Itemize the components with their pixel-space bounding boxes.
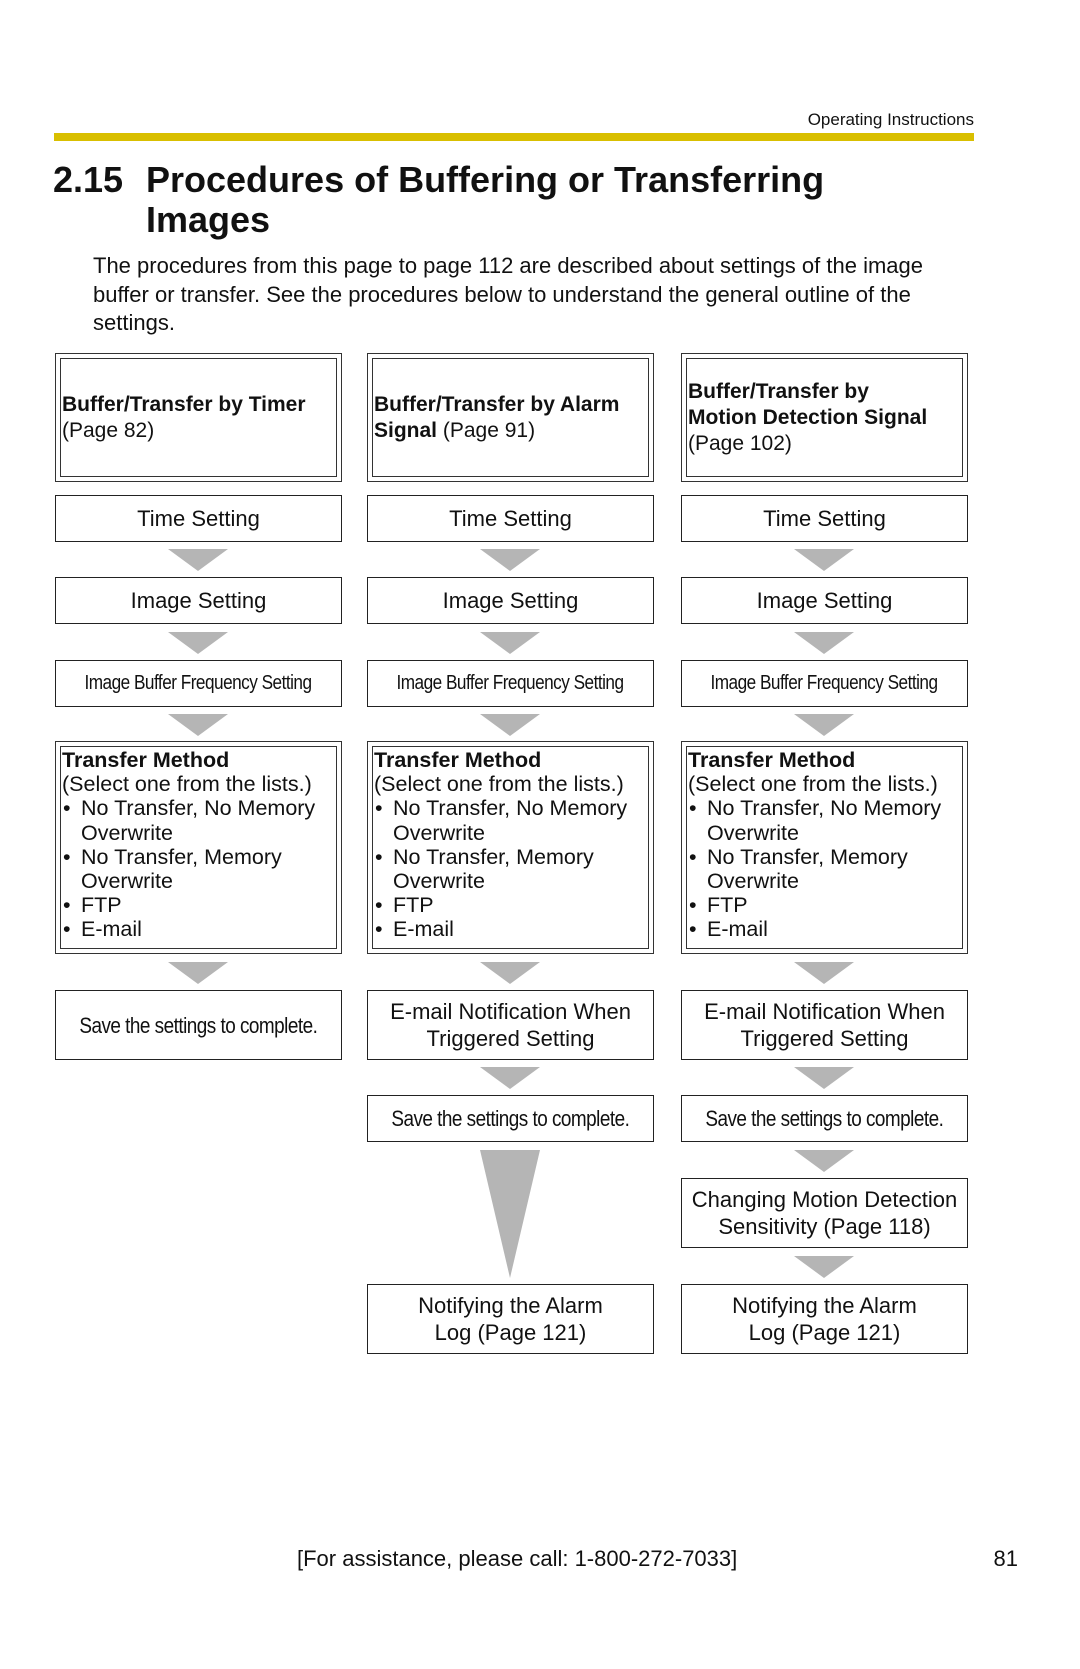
- step-transfer-method: Transfer Method (Select one from the lis…: [367, 741, 654, 954]
- transfer-option: No Transfer, Memory Overwrite: [62, 845, 337, 893]
- step-image-setting: Image Setting: [55, 577, 342, 624]
- step-time-setting: Time Setting: [55, 495, 342, 542]
- step-time-setting: Time Setting: [681, 495, 968, 542]
- arrow-down-icon: [168, 549, 228, 571]
- arrow-down-icon: [168, 962, 228, 984]
- flow-header-page: (Page 102): [688, 431, 792, 455]
- step-save-settings: Save the settings to complete.: [681, 1095, 968, 1142]
- step-transfer-method: Transfer Method (Select one from the lis…: [681, 741, 968, 954]
- step-email-notification: E-mail Notification When Triggered Setti…: [681, 990, 968, 1060]
- transfer-method-title: Transfer Method: [62, 748, 230, 772]
- section-title-line2: Images: [146, 199, 271, 240]
- flow-header-title-cont: Motion Detection Signal: [688, 405, 928, 429]
- transfer-options-list: No Transfer, No Memory Overwrite No Tran…: [62, 796, 337, 941]
- transfer-option: No Transfer, No Memory Overwrite: [374, 796, 649, 844]
- flow-header-box: Buffer/Transfer by Timer (Page 82): [55, 353, 342, 482]
- step-time-setting: Time Setting: [367, 495, 654, 542]
- transfer-options-list: No Transfer, No Memory Overwrite No Tran…: [688, 796, 963, 941]
- step-buffer-frequency: Image Buffer Frequency Setting: [681, 660, 968, 707]
- transfer-option: FTP: [62, 893, 337, 917]
- section-title-line1: Procedures of Buffering or Transferring: [146, 159, 825, 200]
- step-image-setting: Image Setting: [681, 577, 968, 624]
- arrow-down-icon: [480, 549, 540, 571]
- header-rule: [54, 133, 974, 141]
- step-save-settings: Save the settings to complete.: [367, 1095, 654, 1142]
- long-arrow-down-icon: [480, 1150, 540, 1278]
- arrow-down-icon: [794, 1150, 854, 1172]
- step-save-settings: Save the settings to complete.: [55, 990, 342, 1060]
- section-number: 2.15: [53, 159, 124, 200]
- transfer-method-title: Transfer Method: [374, 748, 542, 772]
- transfer-option: E-mail: [688, 917, 963, 941]
- flow-header-box: Buffer/Transfer by Alarm Signal (Page 91…: [367, 353, 654, 482]
- transfer-options-list: No Transfer, No Memory Overwrite No Tran…: [374, 796, 649, 941]
- transfer-option: No Transfer, No Memory Overwrite: [688, 796, 963, 844]
- step-motion-sensitivity: Changing Motion Detection Sensitivity (P…: [681, 1178, 968, 1248]
- arrow-down-icon: [168, 714, 228, 736]
- step-email-notification: E-mail Notification When Triggered Setti…: [367, 990, 654, 1060]
- flow-header-title: Buffer/Transfer by: [688, 379, 869, 403]
- arrow-down-icon: [794, 549, 854, 571]
- transfer-option: FTP: [688, 893, 963, 917]
- step-transfer-method: Transfer Method (Select one from the lis…: [55, 741, 342, 954]
- flow-header-title: Buffer/Transfer by Timer: [62, 392, 306, 416]
- arrow-down-icon: [794, 1256, 854, 1278]
- transfer-option: No Transfer, Memory Overwrite: [374, 845, 649, 893]
- transfer-option: FTP: [374, 893, 649, 917]
- step-image-setting: Image Setting: [367, 577, 654, 624]
- arrow-down-icon: [480, 632, 540, 654]
- transfer-method-subtitle: (Select one from the lists.): [374, 772, 624, 797]
- arrow-down-icon: [794, 632, 854, 654]
- running-head: Operating Instructions: [807, 110, 974, 129]
- flow-header-page: (Page 82): [62, 418, 155, 442]
- transfer-method-subtitle: (Select one from the lists.): [688, 772, 938, 797]
- arrow-down-icon: [794, 962, 854, 984]
- step-notify-alarm-log: Notifying the Alarm Log (Page 121): [681, 1284, 968, 1354]
- transfer-option: No Transfer, No Memory Overwrite: [62, 796, 337, 844]
- page-number: 81: [993, 1546, 1018, 1571]
- arrow-down-icon: [480, 962, 540, 984]
- step-buffer-frequency: Image Buffer Frequency Setting: [367, 660, 654, 707]
- arrow-down-icon: [168, 632, 228, 654]
- arrow-down-icon: [794, 714, 854, 736]
- arrow-down-icon: [794, 1067, 854, 1089]
- transfer-option: E-mail: [62, 917, 337, 941]
- transfer-option: No Transfer, Memory Overwrite: [688, 845, 963, 893]
- flow-header-title-cont: Signal: [374, 418, 438, 442]
- intro-paragraph: The procedures from this page to page 11…: [93, 253, 923, 335]
- arrow-down-icon: [480, 714, 540, 736]
- step-buffer-frequency: Image Buffer Frequency Setting: [55, 660, 342, 707]
- arrow-down-icon: [480, 1067, 540, 1089]
- transfer-option: E-mail: [374, 917, 649, 941]
- step-notify-alarm-log: Notifying the Alarm Log (Page 121): [367, 1284, 654, 1354]
- transfer-method-title: Transfer Method: [688, 748, 856, 772]
- flow-header-box: Buffer/Transfer by Motion Detection Sign…: [681, 353, 968, 482]
- flow-header-page: (Page 91): [442, 418, 536, 442]
- flow-header-title: Buffer/Transfer by Alarm: [374, 392, 620, 416]
- transfer-method-subtitle: (Select one from the lists.): [62, 772, 312, 797]
- assistance-footer: [For assistance, please call: 1-800-272-…: [297, 1546, 738, 1571]
